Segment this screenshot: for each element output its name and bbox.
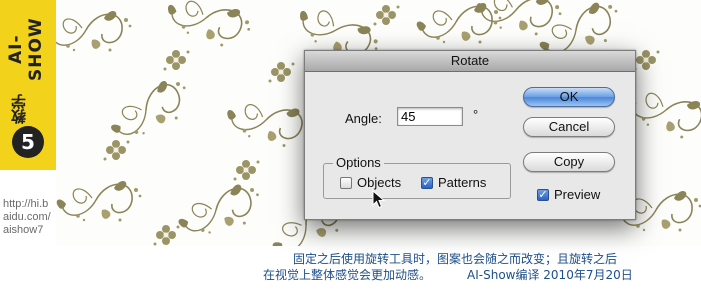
tutorial-tab: AI-SHOW 教学 5 [0, 0, 58, 170]
patterns-checkbox[interactable]: ✓ [421, 176, 433, 189]
objects-option[interactable]: Objects [340, 175, 401, 190]
options-legend: Options [333, 155, 384, 170]
caption-line-2-text: 在视觉上整体感觉会更加动感。 [263, 268, 432, 282]
source-url-line: aidu.com/ [3, 211, 51, 223]
mouse-pointer-icon [372, 190, 386, 209]
objects-label: Objects [357, 175, 402, 190]
dialog-title: Rotate [305, 51, 635, 72]
caption-credit: AI-Show编译 2010年7月20日 [467, 268, 633, 282]
caption: 固定之后使用旋转工具时，图案也会随之而改变；且旋转之后 在视觉上整体感觉会更加动… [0, 246, 701, 289]
preview-option[interactable]: ✓ Preview [537, 187, 600, 202]
ok-button[interactable]: OK [523, 87, 615, 107]
series-label: 教学 [10, 94, 28, 124]
source-url-line: http://hi.b [3, 198, 49, 210]
caption-line-2: 在视觉上整体感觉会更加动感。 AI-Show编译 2010年7月20日 [263, 266, 633, 283]
objects-checkbox[interactable] [340, 176, 352, 189]
angle-label: Angle: [345, 111, 382, 126]
source-url: http://hi.b aidu.com/ aishow7 [3, 198, 61, 237]
brand-label: AI-SHOW [6, 17, 46, 81]
degree-symbol: ° [473, 107, 479, 122]
rotate-dialog: Rotate Angle: ° Options Objects ✓ Patter… [304, 50, 636, 220]
angle-input[interactable] [397, 107, 463, 126]
patterns-label: Patterns [438, 175, 487, 190]
copy-button[interactable]: Copy [523, 152, 615, 172]
preview-label: Preview [554, 187, 601, 202]
source-url-line: aishow7 [3, 224, 44, 236]
preview-checkbox[interactable]: ✓ [537, 188, 549, 201]
caption-line-1: 固定之后使用旋转工具时，图案也会随之而改变；且旋转之后 [293, 252, 618, 266]
patterns-option[interactable]: ✓ Patterns [421, 175, 486, 190]
cancel-button[interactable]: Cancel [523, 117, 615, 137]
lesson-number-badge: 5 [12, 126, 44, 158]
